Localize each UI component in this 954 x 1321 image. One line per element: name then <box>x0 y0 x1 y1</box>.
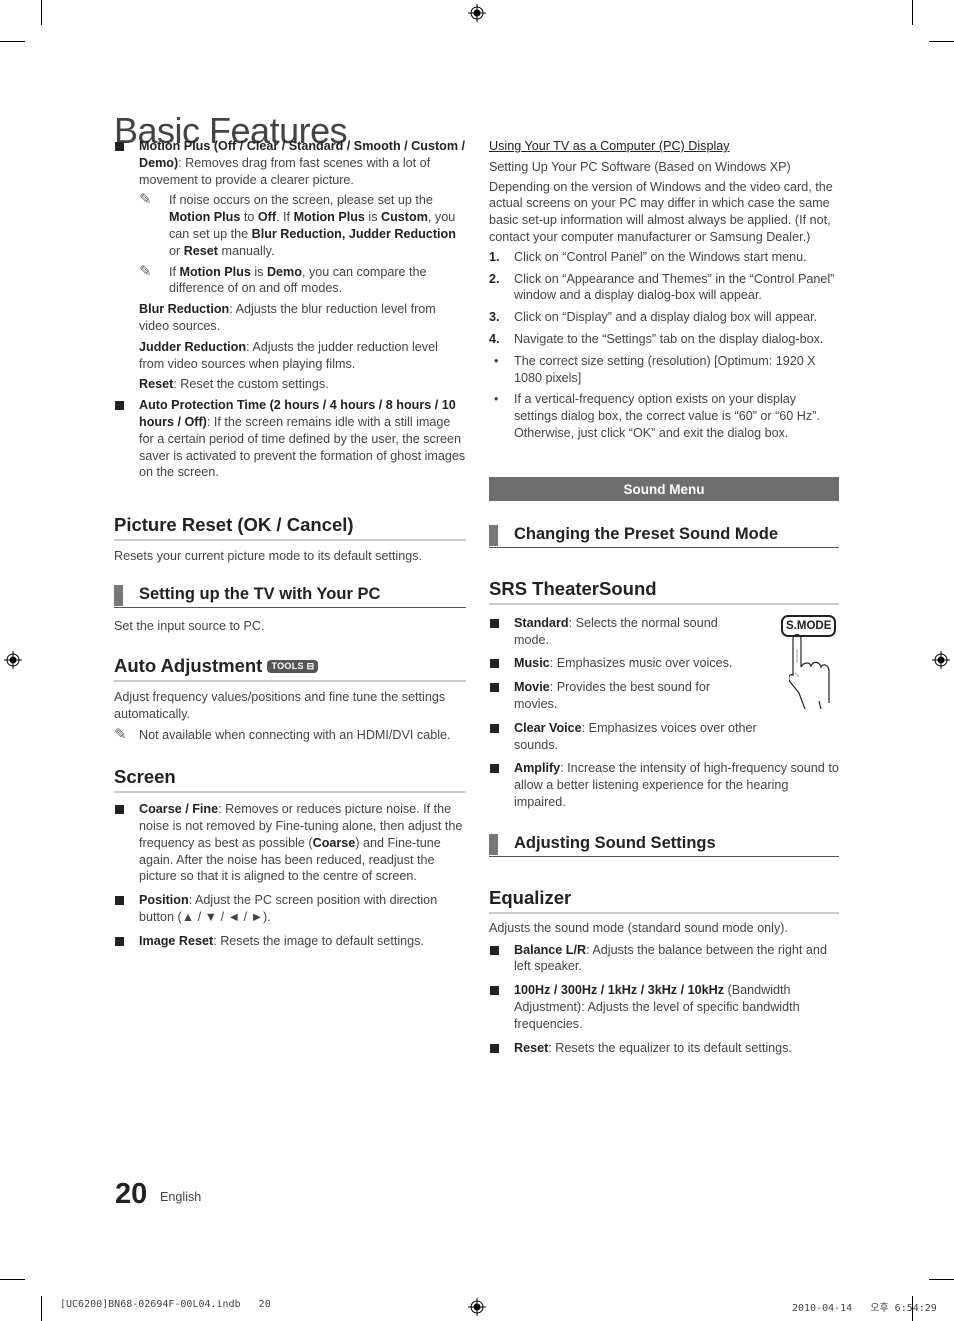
blur-reduction-item: Blur Reduction: Adjusts the blur reducti… <box>139 302 436 333</box>
bullet-square-icon <box>490 659 499 669</box>
bullet-dot-icon: • <box>494 392 499 407</box>
bullet-square-icon <box>115 896 124 906</box>
crop-mark <box>0 41 25 42</box>
srs-item: Standard: Selects the normal sound mode. <box>489 615 739 649</box>
step-item: 1. Click on “Control Panel” on the Window… <box>489 249 807 264</box>
auto-adjustment-text: Adjust frequency values/positions and fi… <box>114 689 446 721</box>
registration-mark-icon <box>932 651 950 669</box>
equalizer-heading: Equalizer <box>489 887 839 914</box>
motion-plus-note-2: ✎ If Motion Plus is Demo, you can compar… <box>139 262 427 296</box>
equalizer-item: Reset: Resets the equalizer to its defau… <box>489 1040 839 1057</box>
crop-mark <box>0 1279 25 1280</box>
bullet-square-icon <box>490 986 499 996</box>
adjusting-sound-heading: Adjusting Sound Settings <box>489 833 839 857</box>
bullet-square-icon <box>115 401 124 411</box>
motion-plus-item: Motion Plus (Off / Clear / Standard / Sm… <box>114 138 466 188</box>
setting-up-pc-text: Set the input source to PC. <box>114 618 265 633</box>
bullet-square-icon <box>490 764 499 774</box>
bullet-square-icon <box>115 805 124 815</box>
srs-item: Clear Voice: Emphasizes voices over othe… <box>489 720 779 754</box>
auto-adjustment-heading: Auto Adjustment TOOLS ⊟ <box>114 655 466 682</box>
pc-display-subheading: Setting Up Your PC Software (Based on Wi… <box>489 159 791 174</box>
equalizer-item: Balance L/R: Adjusts the balance between… <box>489 942 839 976</box>
bullet-square-icon <box>490 618 499 628</box>
bullet-square-icon <box>490 723 499 733</box>
reset-item: Reset: Reset the custom settings. <box>139 377 329 392</box>
auto-adjustment-note: ✎ Not available when connecting with an H… <box>114 726 451 744</box>
registration-mark-icon <box>468 4 486 22</box>
left-column: Motion Plus (Off / Clear / Standard / Sm… <box>114 138 466 957</box>
step-item: 4. Navigate to the “Settings” tab on the … <box>489 331 824 346</box>
note-pencil-icon: ✎ <box>114 726 127 744</box>
judder-reduction-item: Judder Reduction: Adjusts the judder red… <box>139 339 438 371</box>
picture-reset-text: Resets your current picture mode to its … <box>114 549 422 564</box>
step-item: 3. Click on “Display” and a display dialo… <box>489 310 818 325</box>
srs-item: Amplify: Increase the intensity of high-… <box>489 760 839 810</box>
screen-item: Image Reset: Resets the image to default… <box>114 933 466 950</box>
heading-bar-icon <box>489 833 498 855</box>
pc-display-heading: Using Your TV as a Computer (PC) Display <box>489 139 730 153</box>
bullet-dot-icon: • <box>494 353 499 368</box>
tools-button-icon: TOOLS ⊟ <box>267 659 319 673</box>
bullet-square-icon <box>115 142 124 151</box>
motion-plus-note-1: ✎ If noise occurs on the screen, please … <box>139 191 456 258</box>
bullet-square-icon <box>115 936 124 946</box>
preset-sound-heading: Changing the Preset Sound Mode <box>489 524 839 548</box>
motion-plus-text: : Removes drag from fast scenes with a l… <box>139 155 431 187</box>
srs-heading: SRS TheaterSound <box>489 578 839 605</box>
bullet-square-icon <box>490 683 499 693</box>
page-language: English <box>160 1190 202 1204</box>
bullet-item: • The correct size setting (resolution) [… <box>494 353 816 385</box>
bullet-square-icon <box>490 945 499 955</box>
picture-reset-heading: Picture Reset (OK / Cancel) <box>114 514 466 542</box>
screen-item: Coarse / Fine: Removes or reduces pictur… <box>114 801 466 885</box>
registration-mark-icon <box>4 651 22 669</box>
note-pencil-icon: ✎ <box>139 262 152 280</box>
right-column: Using Your TV as a Computer (PC) Display… <box>489 138 839 1063</box>
note-pencil-icon: ✎ <box>139 191 152 209</box>
srs-item: Music: Emphasizes music over voices. <box>489 655 839 672</box>
crop-mark <box>912 0 913 25</box>
crop-mark <box>929 1279 954 1280</box>
crop-mark <box>41 1296 42 1321</box>
print-slug-right: 2010-04-14 오후 6:54:29 <box>792 1303 937 1314</box>
sound-menu-band: Sound Menu <box>489 476 839 501</box>
screen-heading: Screen <box>114 766 466 794</box>
screen-item: Position: Adjust the PC screen position … <box>114 892 466 926</box>
pc-display-intro: Depending on the version of Windows and … <box>489 179 833 244</box>
bullet-square-icon <box>490 1043 499 1053</box>
crop-mark <box>41 0 42 25</box>
setting-up-pc-heading: Setting up the TV with Your PC <box>114 584 466 608</box>
bullet-item: • If a vertical-frequency option exists o… <box>494 392 820 440</box>
equalizer-item: 100Hz / 300Hz / 1kHz / 3kHz / 10kHz (Ban… <box>489 982 839 1032</box>
srs-item: Movie: Provides the best sound for movie… <box>489 679 739 713</box>
print-slug-left: [UC6200]BN68-02694F-00L04.indb 20 <box>60 1299 271 1310</box>
heading-bar-icon <box>489 524 498 546</box>
crop-mark <box>929 41 954 42</box>
page-number: 20 <box>115 1178 148 1210</box>
auto-protection-item: Auto Protection Time (2 hours / 4 hours … <box>114 397 466 481</box>
registration-mark-icon <box>468 1298 486 1316</box>
step-item: 2. Click on “Appearance and Themes” in th… <box>489 271 835 303</box>
heading-bar-icon <box>114 584 123 606</box>
equalizer-text: Adjusts the sound mode (standard sound m… <box>489 920 788 935</box>
